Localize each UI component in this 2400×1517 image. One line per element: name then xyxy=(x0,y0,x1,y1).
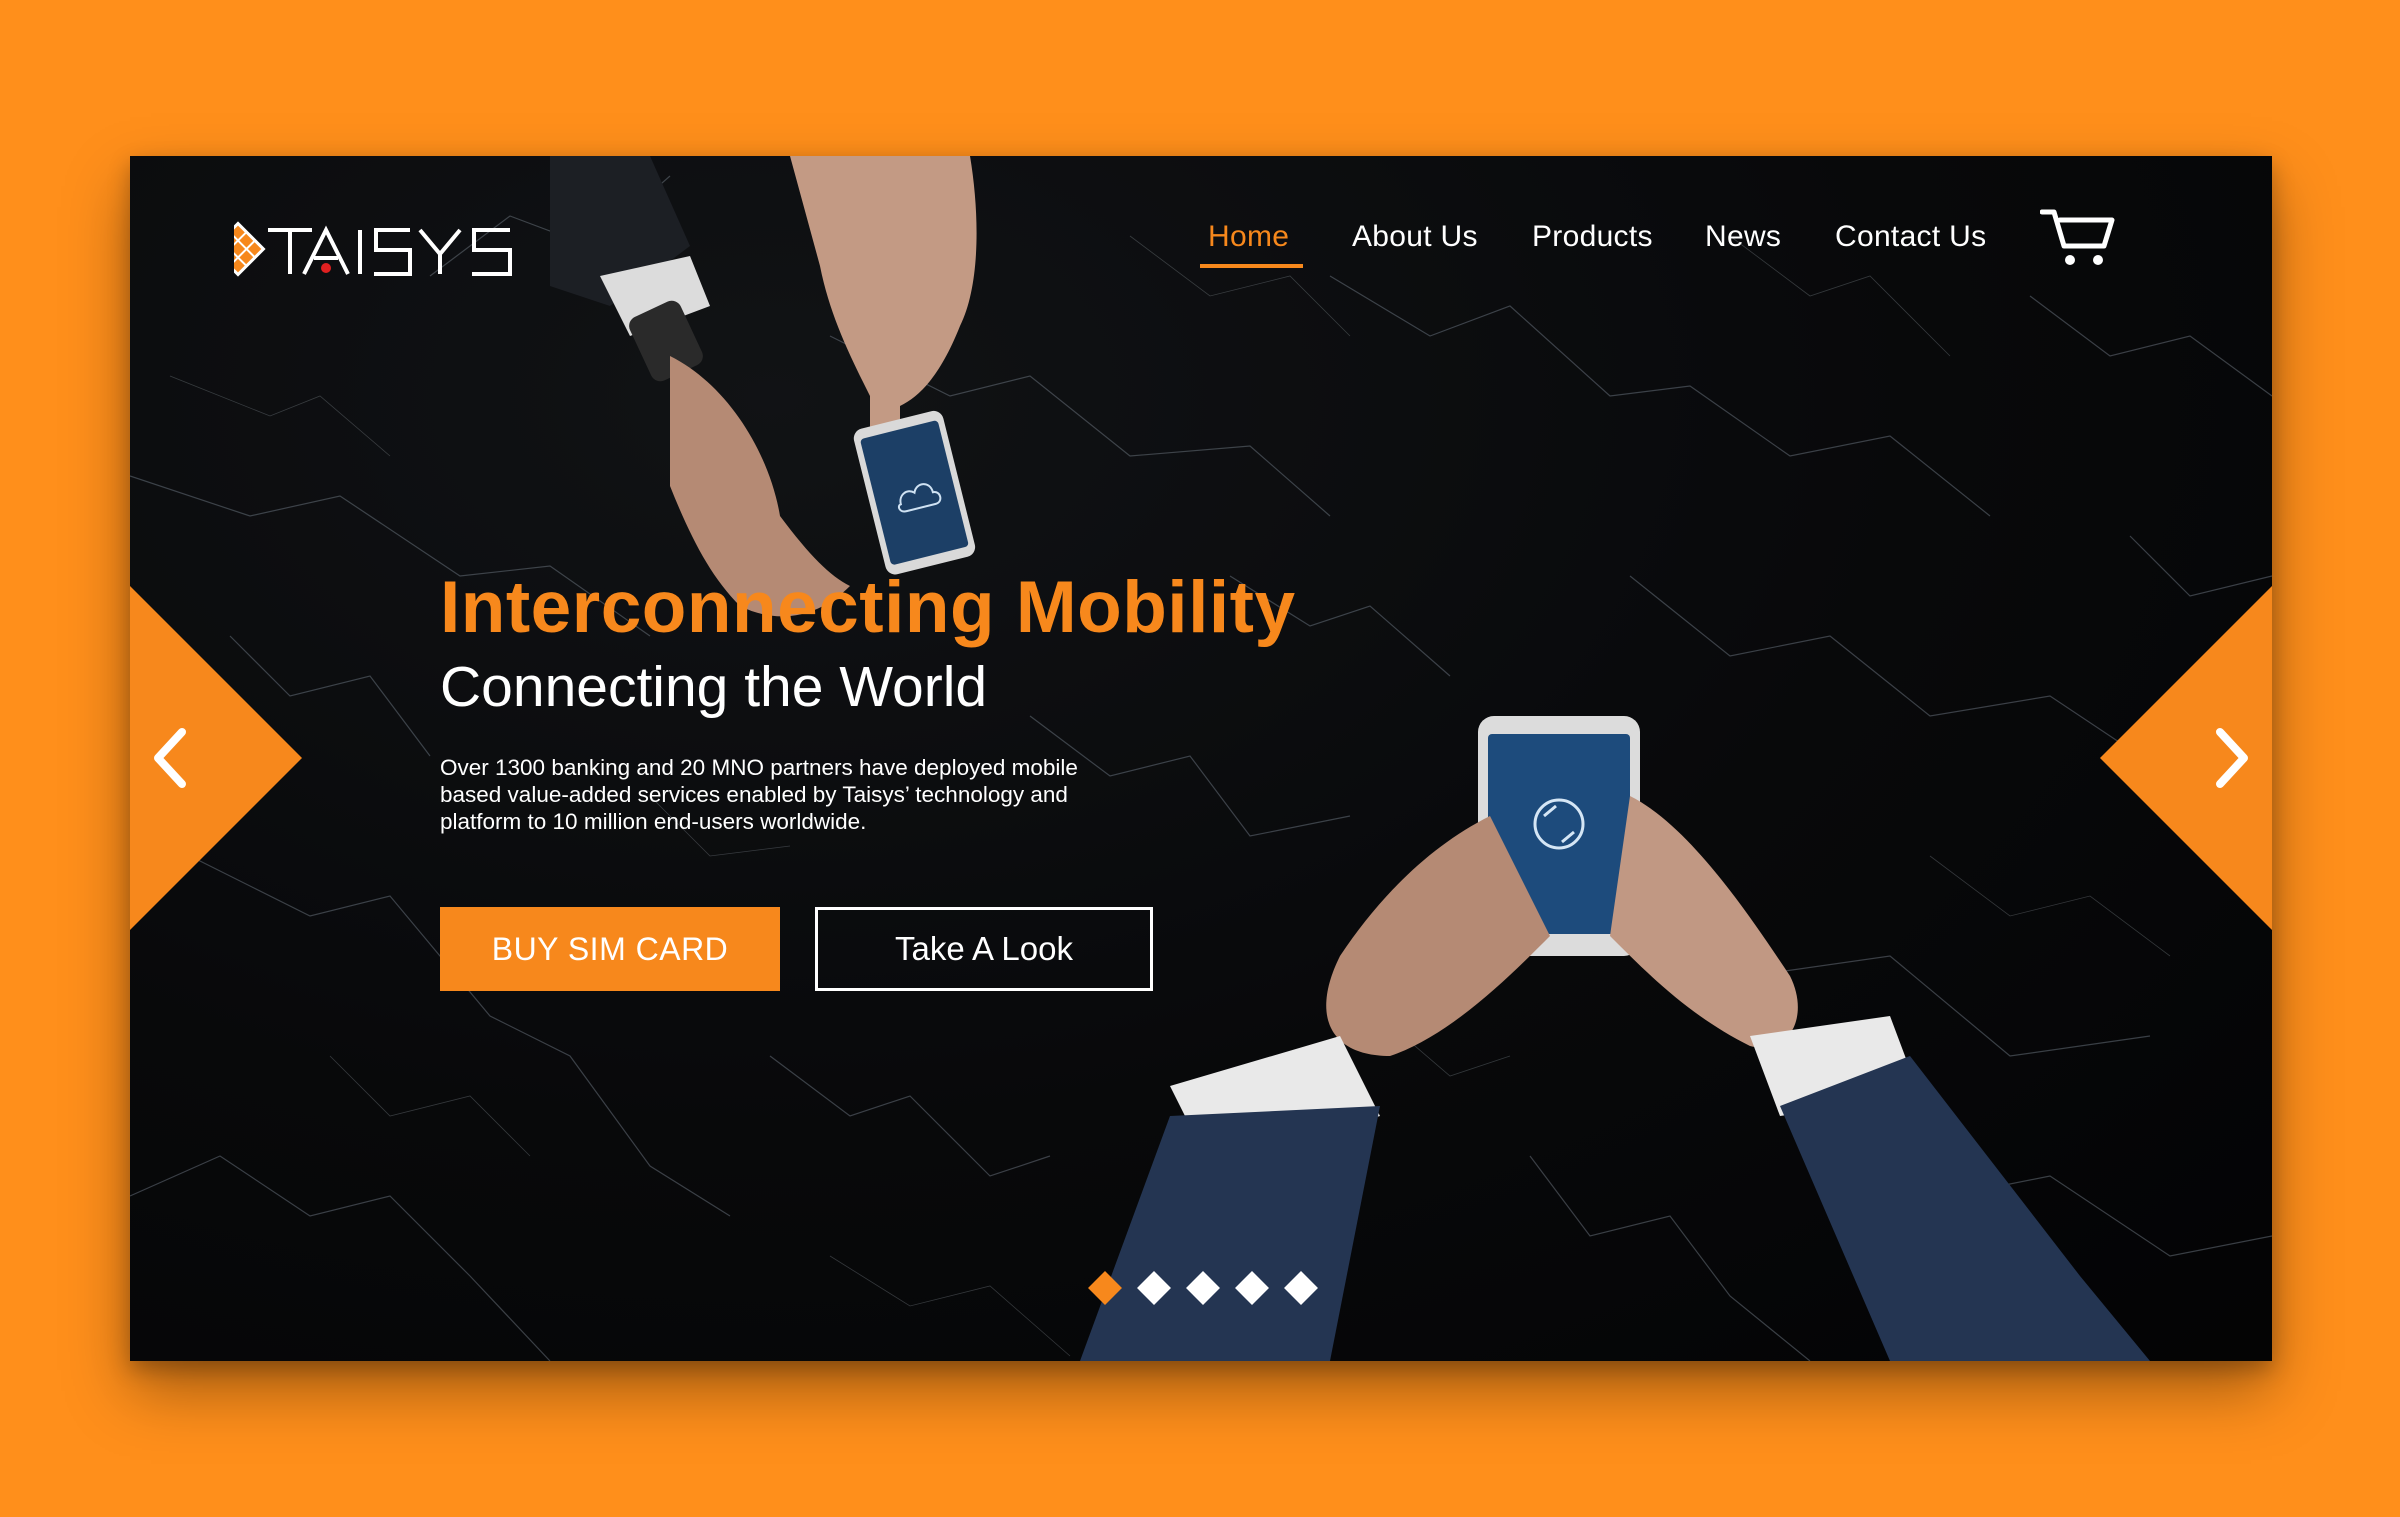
carousel-prev-button[interactable] xyxy=(130,586,302,930)
carousel-dot-2[interactable] xyxy=(1137,1271,1171,1305)
carousel-dot-1[interactable] xyxy=(1088,1271,1122,1305)
cart-icon[interactable] xyxy=(2040,206,2116,268)
nav-contact-us[interactable]: Contact Us xyxy=(1835,220,1986,254)
hero-description: Over 1300 banking and 20 MNO partners ha… xyxy=(440,754,1130,835)
hero-subtitle: Connecting the World xyxy=(440,655,988,719)
nav-about-us[interactable]: About Us xyxy=(1352,220,1478,254)
nav-products[interactable]: Products xyxy=(1532,220,1653,254)
carousel-dot-5[interactable] xyxy=(1284,1271,1318,1305)
main-navigation: Home About Us Products News Contact Us xyxy=(130,186,2272,276)
take-a-look-button[interactable]: Take A Look xyxy=(815,907,1153,991)
nav-active-indicator xyxy=(1200,264,1303,268)
nav-home[interactable]: Home xyxy=(1208,220,1289,254)
nav-news[interactable]: News xyxy=(1705,220,1781,254)
carousel-pagination xyxy=(1085,1268,1345,1308)
buy-sim-card-button[interactable]: BUY SIM CARD xyxy=(440,907,780,991)
carousel-next-button[interactable] xyxy=(2100,586,2272,930)
hero-slider: Home About Us Products News Contact Us I… xyxy=(130,156,2272,1361)
carousel-dot-4[interactable] xyxy=(1235,1271,1269,1305)
hero-description-line: based value-added services enabled by Ta… xyxy=(440,782,1068,807)
hero-description-line: platform to 10 million end-users worldwi… xyxy=(440,809,867,834)
carousel-dot-3[interactable] xyxy=(1186,1271,1220,1305)
hero-title: Interconnecting Mobility xyxy=(440,567,1296,648)
hero-description-line: Over 1300 banking and 20 MNO partners ha… xyxy=(440,755,1078,780)
